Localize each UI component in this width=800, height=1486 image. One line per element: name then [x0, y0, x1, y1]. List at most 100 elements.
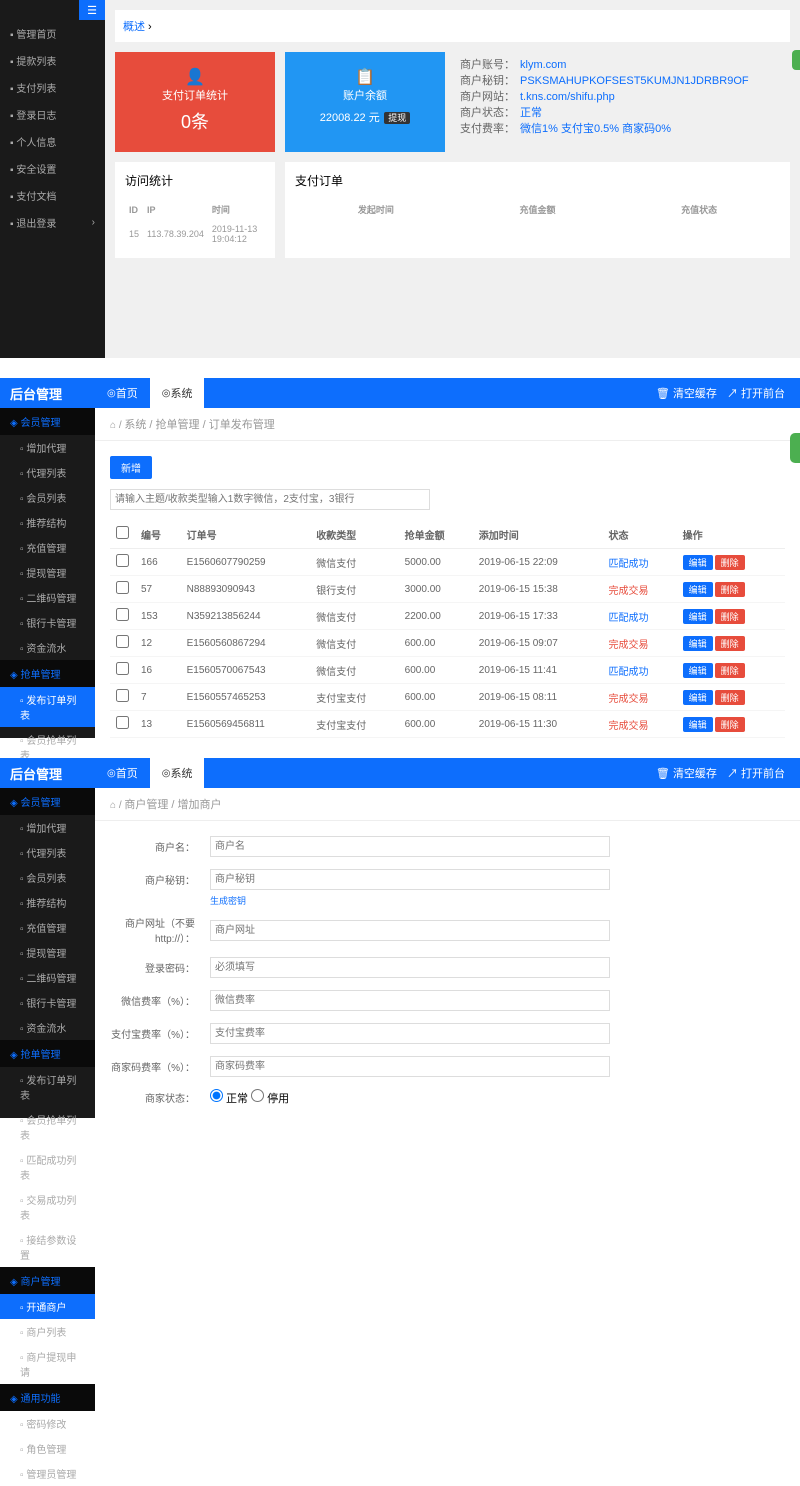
nav-item[interactable]: ▫ 充值管理 — [0, 915, 95, 940]
main-content: 概述 › 👤 支付订单统计 0条 📋 账户余额 22008.22 元 提现 商户… — [105, 0, 800, 358]
help-bubble[interactable] — [790, 433, 800, 463]
row-check[interactable] — [116, 581, 129, 594]
nav-item[interactable]: ▫ 会员列表 — [0, 485, 95, 510]
row-check[interactable] — [116, 635, 129, 648]
nav-item[interactable]: ▫ 二维码管理 — [0, 585, 95, 610]
nav-item[interactable]: ▪ 管理首页 — [0, 20, 105, 47]
row-check[interactable] — [116, 689, 129, 702]
radio-option[interactable]: 停用 — [251, 1093, 289, 1105]
open-front-link[interactable]: ↗ 打开前台 — [727, 385, 785, 401]
radio-option[interactable]: 正常 — [210, 1093, 248, 1105]
open-front-link[interactable]: ↗ 打开前台 — [727, 765, 785, 781]
edit-button[interactable]: 编辑 — [683, 690, 713, 705]
field-label: 支付宝费率（%）： — [110, 1026, 210, 1041]
text-input[interactable] — [210, 1056, 610, 1077]
info-value: PSKSMAHUPKOFSEST5KUMJN1JDRBR9OF — [520, 73, 749, 89]
edit-button[interactable]: 编辑 — [683, 636, 713, 651]
nav-item[interactable]: ▫ 银行卡管理 — [0, 990, 95, 1015]
nav-item[interactable]: ▫ 二维码管理 — [0, 965, 95, 990]
clear-cache-link[interactable]: 🗑 清空缓存 — [656, 385, 717, 401]
nav-item[interactable]: ▫ 代理列表 — [0, 460, 95, 485]
hint-link[interactable]: 生成密钥 — [210, 894, 785, 907]
tab-system[interactable]: ◎ 系统 — [150, 758, 205, 788]
td: 3000.00 — [399, 576, 473, 603]
info-value: klym.com — [520, 57, 566, 73]
clear-cache-link[interactable]: 🗑 清空缓存 — [656, 765, 717, 781]
edit-button[interactable]: 编辑 — [683, 609, 713, 624]
check-all[interactable] — [116, 526, 129, 539]
nav-item[interactable]: ▪ 安全设置 — [0, 155, 105, 182]
td: 微信支付 — [310, 603, 398, 630]
info-label: 商户秘钥： — [460, 73, 520, 89]
delete-button[interactable]: 删除 — [715, 582, 745, 597]
nav-item[interactable]: ▫ 会员列表 — [0, 865, 95, 890]
breadcrumb: ⌂ / 系统 / 抢单管理 / 订单发布管理 — [95, 408, 800, 441]
nav-item[interactable]: ▫ 增加代理 — [0, 435, 95, 460]
nav-item[interactable]: ▫ 增加代理 — [0, 815, 95, 840]
nav-item[interactable]: ▫ 密码修改 — [0, 1411, 95, 1436]
nav-group[interactable]: ◈ 通用功能 — [0, 1384, 95, 1411]
withdraw-button[interactable]: 提现 — [384, 112, 410, 124]
nav-item[interactable]: ▫ 提现管理 — [0, 940, 95, 965]
tab-home[interactable]: ◎ 首页 — [95, 378, 150, 408]
delete-button[interactable]: 删除 — [715, 663, 745, 678]
help-bubble[interactable] — [792, 50, 800, 70]
nav-item[interactable]: ▫ 管理员管理 — [0, 1461, 95, 1486]
nav-item[interactable]: ▫ 发布订单列表 — [0, 687, 95, 727]
delete-button[interactable]: 删除 — [715, 636, 745, 651]
text-input[interactable] — [210, 836, 610, 857]
nav-group[interactable]: ◈ 会员管理 — [0, 408, 95, 435]
text-input[interactable] — [210, 869, 610, 890]
nav-group[interactable]: ◈ 商户管理 — [0, 1267, 95, 1294]
tab-home[interactable]: ◎ 首页 — [95, 758, 150, 788]
nav-item[interactable]: ▫ 商户列表 — [0, 1319, 95, 1344]
tab-system[interactable]: ◎ 系统 — [150, 378, 205, 408]
info-label: 商户账号： — [460, 57, 520, 73]
nav-item[interactable]: ▪ 支付文档 — [0, 182, 105, 209]
text-input[interactable] — [210, 957, 610, 978]
nav-item[interactable]: ▫ 推荐结构 — [0, 890, 95, 915]
add-button[interactable]: 新增 — [110, 456, 152, 479]
hamburger-icon[interactable]: ☰ — [79, 0, 105, 20]
delete-button[interactable]: 删除 — [715, 609, 745, 624]
nav-item[interactable]: ▫ 资金流水 — [0, 1015, 95, 1040]
nav-item[interactable]: ▫ 接结参数设置 — [0, 1227, 95, 1267]
nav-item[interactable]: ▫ 资金流水 — [0, 635, 95, 660]
text-input[interactable] — [210, 1023, 610, 1044]
delete-button[interactable]: 删除 — [715, 555, 745, 570]
row-check[interactable] — [116, 608, 129, 621]
delete-button[interactable]: 删除 — [715, 717, 745, 732]
nav-item[interactable]: ▫ 银行卡管理 — [0, 610, 95, 635]
td: E1560607790259 — [181, 549, 311, 576]
nav-item[interactable]: ▫ 提现管理 — [0, 560, 95, 585]
nav-item[interactable]: ▪ 提款列表 — [0, 47, 105, 74]
nav-item[interactable]: ▫ 代理列表 — [0, 840, 95, 865]
row-check[interactable] — [116, 716, 129, 729]
nav-item[interactable]: ▪ 支付列表 — [0, 74, 105, 101]
row-check[interactable] — [116, 662, 129, 675]
edit-button[interactable]: 编辑 — [683, 663, 713, 678]
edit-button[interactable]: 编辑 — [683, 582, 713, 597]
nav-item[interactable]: ▫ 角色管理 — [0, 1436, 95, 1461]
nav-item[interactable]: ▪ 登录日志 — [0, 101, 105, 128]
nav-item[interactable]: ▫ 匹配成功列表 — [0, 1147, 95, 1187]
nav-item[interactable]: ▫ 发布订单列表 — [0, 1067, 95, 1107]
nav-item[interactable]: ▪ 退出登录 — [0, 209, 105, 236]
text-input[interactable] — [210, 990, 610, 1011]
row-check[interactable] — [116, 554, 129, 567]
nav-item[interactable]: ▫ 充值管理 — [0, 535, 95, 560]
nav-item[interactable]: ▫ 交易成功列表 — [0, 1187, 95, 1227]
edit-button[interactable]: 编辑 — [683, 555, 713, 570]
nav-item[interactable]: ▫ 会员抢单列表 — [0, 1107, 95, 1147]
delete-button[interactable]: 删除 — [715, 690, 745, 705]
search-input[interactable] — [110, 489, 430, 510]
nav-group[interactable]: ◈ 抢单管理 — [0, 1040, 95, 1067]
nav-group[interactable]: ◈ 抢单管理 — [0, 660, 95, 687]
nav-item[interactable]: ▫ 商户提现申请 — [0, 1344, 95, 1384]
nav-group[interactable]: ◈ 会员管理 — [0, 788, 95, 815]
nav-item[interactable]: ▫ 开通商户 — [0, 1294, 95, 1319]
nav-item[interactable]: ▪ 个人信息 — [0, 128, 105, 155]
edit-button[interactable]: 编辑 — [683, 717, 713, 732]
text-input[interactable] — [210, 920, 610, 941]
nav-item[interactable]: ▫ 推荐结构 — [0, 510, 95, 535]
